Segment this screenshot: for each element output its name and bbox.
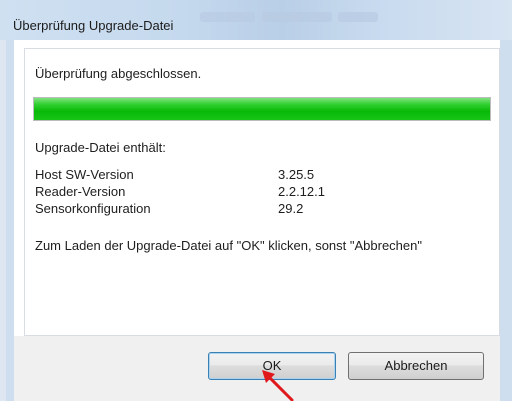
reader-version-label: Reader-Version: [35, 184, 126, 199]
blurred-background-text: [338, 12, 378, 22]
window-title: Überprüfung Upgrade-Datei: [13, 18, 174, 33]
status-message: Überprüfung abgeschlossen.: [35, 66, 202, 81]
upgrade-info-heading: Upgrade-Datei enthält:: [35, 140, 166, 155]
reader-version-value: 2.2.12.1: [278, 184, 325, 199]
host-sw-version-value: 3.25.5: [278, 167, 315, 182]
dialog-window: Überprüfung Upgrade-Datei Überprüfung ab…: [0, 0, 512, 401]
progress-bar-fill: [34, 98, 490, 120]
host-sw-version-label: Host SW-Version: [35, 167, 134, 182]
window-frame-left: [6, 40, 14, 401]
blurred-background-text: [262, 12, 332, 22]
window-frame-right: [500, 40, 512, 401]
blurred-background-text: [200, 12, 255, 22]
sensor-config-value: 29.2: [278, 201, 304, 216]
cancel-button[interactable]: Abbrechen: [348, 352, 484, 380]
title-bar[interactable]: Überprüfung Upgrade-Datei: [0, 0, 512, 40]
arrow-shaft: [266, 374, 294, 401]
progress-bar: [33, 97, 491, 121]
instruction-text: Zum Laden der Upgrade-Datei auf "OK" kli…: [35, 238, 422, 253]
red-arrow-annotation-icon: [262, 370, 294, 401]
sensor-config-label: Sensorkonfiguration: [35, 201, 151, 216]
